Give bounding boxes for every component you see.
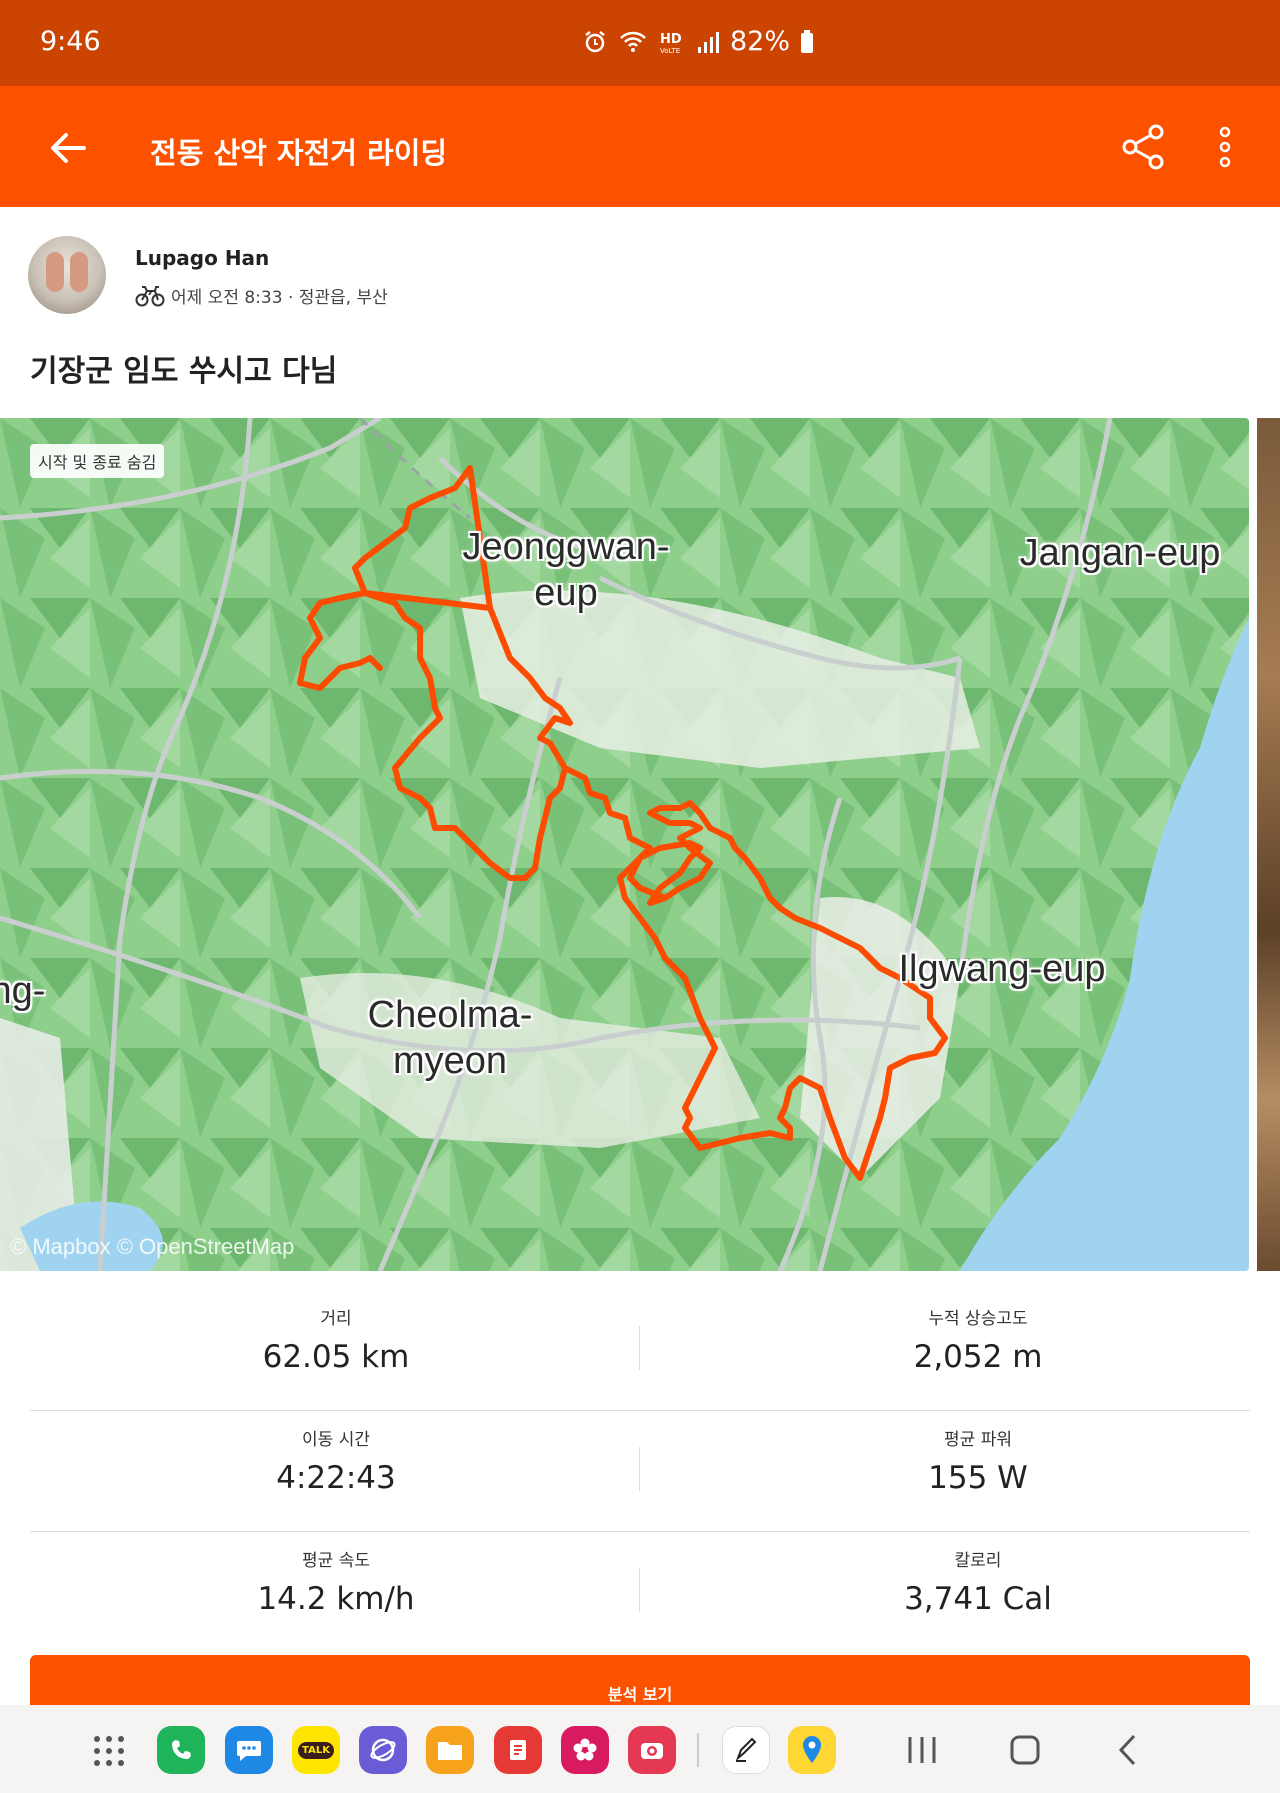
map-label-cheolma: Cheolma- myeon — [367, 994, 533, 1082]
stat-avg-power: 평균 파워 155 W — [708, 1425, 1248, 1496]
e-bike-icon — [135, 286, 165, 307]
stat-value: 2,052 m — [913, 1339, 1043, 1375]
kakaotalk-label: TALK — [298, 1741, 334, 1759]
more-options-icon[interactable] — [1210, 122, 1240, 172]
battery-icon — [801, 29, 814, 53]
maps-icon[interactable] — [788, 1726, 836, 1774]
status-icons: HD VoLTE 82% — [582, 26, 814, 57]
recent-apps-icon[interactable] — [905, 1733, 939, 1767]
map-label-jangan: Jangan-eup — [1019, 532, 1221, 574]
stat-value: 14.2 km/h — [257, 1581, 415, 1617]
page-title: 전동 산악 자전거 라이딩 — [150, 136, 448, 170]
apps-grid-icon[interactable] — [92, 1734, 126, 1768]
route-map[interactable]: 시작 및 종료 숨김 Jeonggwan- eup Jangan-eup Ilg… — [0, 418, 1249, 1271]
dock-separator — [697, 1733, 699, 1767]
hide-start-end-toggle[interactable]: 시작 및 종료 숨김 — [30, 444, 165, 478]
stat-label: 평균 파워 — [944, 1430, 1012, 1450]
kakaotalk-icon[interactable]: TALK — [292, 1726, 340, 1774]
stat-label: 이동 시간 — [302, 1430, 370, 1450]
files-icon[interactable] — [426, 1726, 474, 1774]
svg-text:HD: HD — [660, 32, 682, 47]
stat-value: 62.05 km — [262, 1339, 410, 1375]
stat-calories: 칼로리 3,741 Cal — [708, 1546, 1248, 1617]
view-analysis-button[interactable]: 분석 보기 — [30, 1655, 1250, 1711]
app-bar: 전동 산악 자전거 라이딩 — [0, 86, 1280, 207]
stat-moving-time: 이동 시간 4:22:43 — [66, 1425, 606, 1496]
stats-row: 거리 62.05 km 누적 상승고도 2,052 m — [30, 1290, 1250, 1411]
svg-text:VoLTE: VoLTE — [660, 47, 680, 55]
stat-distance: 거리 62.05 km — [66, 1304, 606, 1375]
map-label-jeonggwan: Jeonggwan- eup — [462, 526, 670, 614]
wifi-icon — [620, 31, 646, 52]
divider — [639, 1568, 640, 1612]
stat-label: 거리 — [320, 1309, 352, 1329]
camera-icon[interactable] — [628, 1726, 676, 1774]
status-time: 9:46 — [40, 26, 101, 57]
divider — [639, 1447, 640, 1491]
hd-voice-icon: HDVoLTE — [660, 32, 682, 55]
stat-label: 칼로리 — [954, 1551, 1002, 1571]
battery-percent: 82% — [730, 26, 791, 57]
divider — [639, 1326, 640, 1370]
status-bar: 9:46 HD VoLTE 82% — [0, 0, 1280, 86]
navigation-bar: TALK — [0, 1705, 1280, 1793]
messages-icon[interactable] — [225, 1726, 273, 1774]
alarm-icon — [585, 30, 605, 52]
stat-label: 평균 속도 — [302, 1551, 370, 1571]
share-icon[interactable] — [1118, 122, 1168, 172]
back-icon[interactable] — [1112, 1733, 1146, 1767]
avatar[interactable] — [28, 236, 106, 314]
stats-row: 평균 속도 14.2 km/h 칼로리 3,741 Cal — [30, 1532, 1250, 1653]
map-label-ilgwang: Ilgwang-eup — [898, 948, 1106, 990]
phone-icon[interactable] — [157, 1726, 205, 1774]
stats-grid: 거리 62.05 km 누적 상승고도 2,052 m 이동 시간 4:22:4… — [30, 1290, 1250, 1653]
activity-meta: 어제 오전 8:33 · 정관읍, 부산 — [135, 282, 388, 308]
stat-value: 3,741 Cal — [904, 1581, 1052, 1617]
stats-row: 이동 시간 4:22:43 평균 파워 155 W — [30, 1411, 1250, 1532]
stat-value: 155 W — [928, 1460, 1028, 1496]
stat-avg-speed: 평균 속도 14.2 km/h — [66, 1546, 606, 1617]
map-label-west: ng- — [0, 970, 46, 1012]
back-arrow-icon[interactable] — [44, 124, 92, 172]
gallery-icon[interactable] — [561, 1726, 609, 1774]
activity-title: 기장군 임도 쑤시고 다님 — [30, 354, 338, 389]
notes-icon[interactable] — [494, 1726, 542, 1774]
stat-elevation-gain: 누적 상승고도 2,052 m — [708, 1304, 1248, 1375]
map-attribution[interactable]: © Mapbox © OpenStreetMap — [10, 1234, 294, 1260]
activity-date-location: 어제 오전 8:33 · 정관읍, 부산 — [171, 287, 388, 308]
athlete-name[interactable]: Lupago Han — [135, 246, 269, 270]
home-icon[interactable] — [1008, 1733, 1042, 1767]
stat-value: 4:22:43 — [276, 1460, 396, 1496]
signal-icon — [698, 31, 719, 53]
internet-icon[interactable] — [359, 1726, 407, 1774]
stat-label: 누적 상승고도 — [928, 1309, 1028, 1329]
photo-preview-peek[interactable] — [1257, 418, 1280, 1271]
pen-icon[interactable] — [722, 1726, 770, 1774]
